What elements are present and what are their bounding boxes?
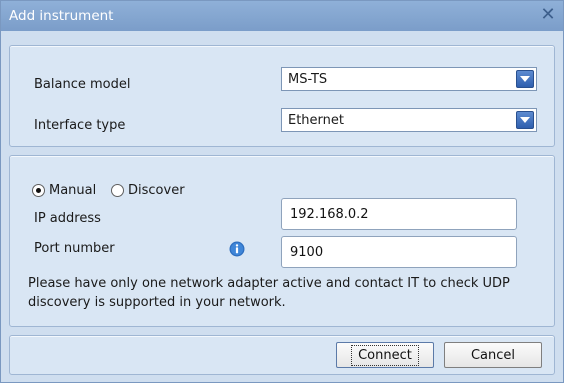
balance-model-select[interactable]: MS-TS (281, 67, 537, 91)
button-bar: Connect Cancel (9, 335, 555, 375)
chevron-down-icon[interactable] (516, 70, 534, 88)
interface-type-label: Interface type (34, 118, 126, 133)
balance-model-value: MS-TS (288, 72, 328, 87)
port-number-label: Port number (34, 241, 115, 256)
connect-button-label: Connect (351, 344, 419, 366)
discover-radio-label: Discover (128, 183, 185, 198)
info-icon[interactable] (229, 241, 245, 257)
connect-button[interactable]: Connect (336, 342, 434, 368)
ip-address-field[interactable] (281, 198, 517, 230)
manual-radio-indicator[interactable] (32, 184, 45, 197)
port-number-field[interactable] (281, 236, 517, 268)
discover-radio-indicator[interactable] (111, 184, 124, 197)
cancel-button[interactable]: Cancel (444, 342, 542, 368)
chevron-down-icon[interactable] (516, 111, 534, 129)
manual-radio-label: Manual (49, 183, 97, 198)
connection-panel: Manual Discover IP address Port number P… (9, 155, 555, 327)
add-instrument-dialog: Add instrument ✕ Balance model MS-TS Int… (0, 0, 564, 383)
balance-model-label: Balance model (34, 77, 131, 92)
ip-address-label: IP address (34, 211, 101, 226)
model-panel: Balance model MS-TS Interface type Ether… (9, 45, 555, 147)
interface-type-value: Ethernet (288, 113, 344, 128)
close-icon[interactable]: ✕ (538, 5, 558, 25)
discovery-note: Please have only one network adapter act… (28, 276, 510, 310)
interface-type-select[interactable]: Ethernet (281, 108, 537, 132)
title-bar[interactable]: Add instrument ✕ (1, 1, 563, 31)
dialog-title: Add instrument (9, 8, 114, 24)
